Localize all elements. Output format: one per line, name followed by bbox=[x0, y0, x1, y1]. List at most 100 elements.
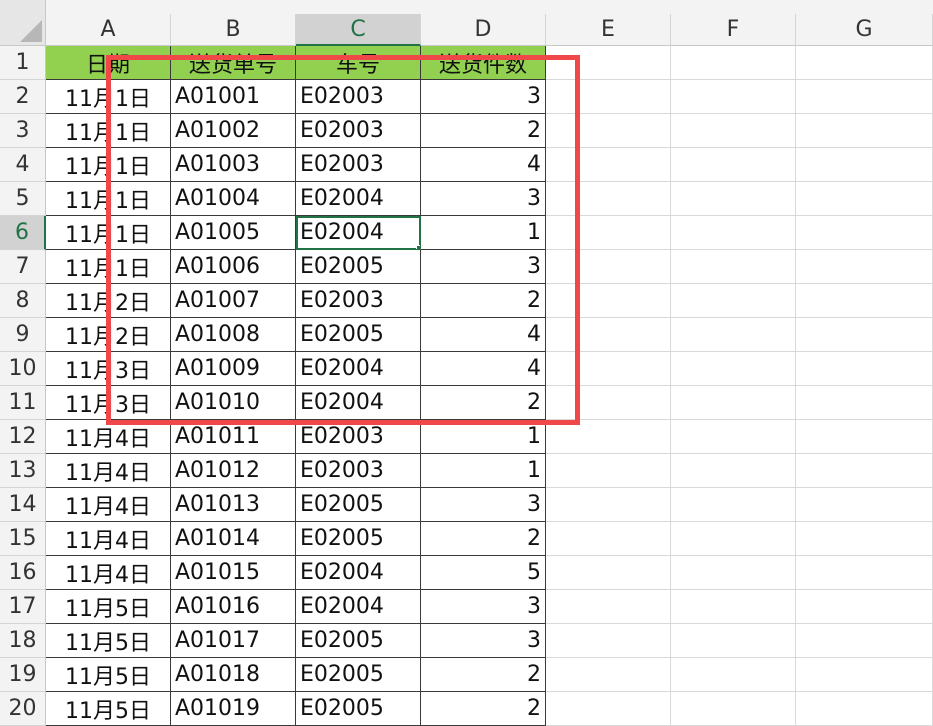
order-number-cell[interactable]: A01001 bbox=[171, 80, 296, 114]
car-number-cell[interactable]: E02004 bbox=[296, 386, 421, 420]
quantity-cell[interactable]: 3 bbox=[421, 590, 546, 624]
header-cell-a[interactable]: 日期 bbox=[46, 46, 171, 80]
empty-cell[interactable] bbox=[671, 80, 796, 114]
empty-cell[interactable] bbox=[546, 250, 671, 284]
car-number-cell[interactable]: E02003 bbox=[296, 420, 421, 454]
date-cell[interactable]: 11月4日 bbox=[46, 556, 171, 590]
car-number-cell[interactable]: E02004 bbox=[296, 182, 421, 216]
empty-cell[interactable] bbox=[796, 216, 933, 250]
car-number-cell[interactable]: E02005 bbox=[296, 488, 421, 522]
car-number-cell[interactable]: E02005 bbox=[296, 318, 421, 352]
empty-cell[interactable] bbox=[671, 590, 796, 624]
quantity-cell[interactable]: 2 bbox=[421, 386, 546, 420]
column-header-b[interactable]: B bbox=[171, 14, 296, 46]
empty-cell[interactable] bbox=[796, 386, 933, 420]
empty-cell[interactable] bbox=[546, 114, 671, 148]
empty-cell[interactable] bbox=[796, 318, 933, 352]
car-number-cell[interactable]: E02003 bbox=[296, 284, 421, 318]
empty-cell[interactable] bbox=[796, 522, 933, 556]
date-cell[interactable]: 11月1日 bbox=[46, 148, 171, 182]
row-header-19[interactable]: 19 bbox=[0, 658, 46, 692]
row-header-7[interactable]: 7 bbox=[0, 250, 46, 284]
date-cell[interactable]: 11月1日 bbox=[46, 216, 171, 250]
date-cell[interactable]: 11月4日 bbox=[46, 522, 171, 556]
quantity-cell[interactable]: 4 bbox=[421, 318, 546, 352]
date-cell[interactable]: 11月2日 bbox=[46, 318, 171, 352]
empty-cell[interactable] bbox=[546, 46, 671, 80]
car-number-cell[interactable]: E02003 bbox=[296, 114, 421, 148]
quantity-cell[interactable]: 3 bbox=[421, 182, 546, 216]
car-number-cell[interactable]: E02005 bbox=[296, 692, 421, 726]
order-number-cell[interactable]: A01012 bbox=[171, 454, 296, 488]
empty-cell[interactable] bbox=[546, 522, 671, 556]
empty-cell[interactable] bbox=[796, 80, 933, 114]
column-header-g[interactable]: G bbox=[796, 14, 933, 46]
empty-cell[interactable] bbox=[671, 148, 796, 182]
row-header-1[interactable]: 1 bbox=[0, 46, 46, 80]
date-cell[interactable]: 11月5日 bbox=[46, 624, 171, 658]
quantity-cell[interactable]: 1 bbox=[421, 216, 546, 250]
empty-cell[interactable] bbox=[671, 522, 796, 556]
empty-cell[interactable] bbox=[546, 284, 671, 318]
empty-cell[interactable] bbox=[546, 80, 671, 114]
empty-cell[interactable] bbox=[546, 420, 671, 454]
empty-cell[interactable] bbox=[546, 556, 671, 590]
row-header-15[interactable]: 15 bbox=[0, 522, 46, 556]
car-number-cell[interactable]: E02005 bbox=[296, 658, 421, 692]
empty-cell[interactable] bbox=[796, 114, 933, 148]
empty-cell[interactable] bbox=[671, 692, 796, 726]
empty-cell[interactable] bbox=[546, 216, 671, 250]
row-header-4[interactable]: 4 bbox=[0, 148, 46, 182]
quantity-cell[interactable]: 2 bbox=[421, 658, 546, 692]
empty-cell[interactable] bbox=[671, 454, 796, 488]
empty-cell[interactable] bbox=[546, 624, 671, 658]
quantity-cell[interactable]: 3 bbox=[421, 80, 546, 114]
date-cell[interactable]: 11月1日 bbox=[46, 182, 171, 216]
quantity-cell[interactable]: 3 bbox=[421, 624, 546, 658]
order-number-cell[interactable]: A01013 bbox=[171, 488, 296, 522]
empty-cell[interactable] bbox=[546, 488, 671, 522]
empty-cell[interactable] bbox=[796, 46, 933, 80]
column-header-f[interactable]: F bbox=[671, 14, 796, 46]
row-header-17[interactable]: 17 bbox=[0, 590, 46, 624]
empty-cell[interactable] bbox=[546, 148, 671, 182]
order-number-cell[interactable]: A01009 bbox=[171, 352, 296, 386]
select-all-corner[interactable] bbox=[0, 0, 46, 46]
date-cell[interactable]: 11月4日 bbox=[46, 454, 171, 488]
row-header-2[interactable]: 2 bbox=[0, 80, 46, 114]
quantity-cell[interactable]: 5 bbox=[421, 556, 546, 590]
row-header-12[interactable]: 12 bbox=[0, 420, 46, 454]
empty-cell[interactable] bbox=[796, 488, 933, 522]
quantity-cell[interactable]: 2 bbox=[421, 692, 546, 726]
header-cell-c[interactable]: 车号 bbox=[296, 46, 421, 80]
order-number-cell[interactable]: A01014 bbox=[171, 522, 296, 556]
empty-cell[interactable] bbox=[546, 386, 671, 420]
date-cell[interactable]: 11月2日 bbox=[46, 284, 171, 318]
row-header-10[interactable]: 10 bbox=[0, 352, 46, 386]
empty-cell[interactable] bbox=[796, 182, 933, 216]
empty-cell[interactable] bbox=[796, 148, 933, 182]
header-cell-b[interactable]: 送货单号 bbox=[171, 46, 296, 80]
quantity-cell[interactable]: 4 bbox=[421, 352, 546, 386]
empty-cell[interactable] bbox=[796, 250, 933, 284]
quantity-cell[interactable]: 1 bbox=[421, 454, 546, 488]
empty-cell[interactable] bbox=[671, 658, 796, 692]
empty-cell[interactable] bbox=[671, 420, 796, 454]
empty-cell[interactable] bbox=[671, 386, 796, 420]
date-cell[interactable]: 11月5日 bbox=[46, 692, 171, 726]
empty-cell[interactable] bbox=[796, 692, 933, 726]
car-number-cell[interactable]: E02004 bbox=[296, 590, 421, 624]
empty-cell[interactable] bbox=[671, 182, 796, 216]
empty-cell[interactable] bbox=[796, 658, 933, 692]
column-header-e[interactable]: E bbox=[546, 14, 671, 46]
car-number-cell[interactable]: E02004 bbox=[296, 352, 421, 386]
empty-cell[interactable] bbox=[671, 46, 796, 80]
quantity-cell[interactable]: 3 bbox=[421, 488, 546, 522]
empty-cell[interactable] bbox=[671, 488, 796, 522]
column-header-a[interactable]: A bbox=[46, 14, 171, 46]
column-header-d[interactable]: D bbox=[421, 14, 546, 46]
quantity-cell[interactable]: 2 bbox=[421, 284, 546, 318]
order-number-cell[interactable]: A01008 bbox=[171, 318, 296, 352]
order-number-cell[interactable]: A01002 bbox=[171, 114, 296, 148]
row-header-8[interactable]: 8 bbox=[0, 284, 46, 318]
